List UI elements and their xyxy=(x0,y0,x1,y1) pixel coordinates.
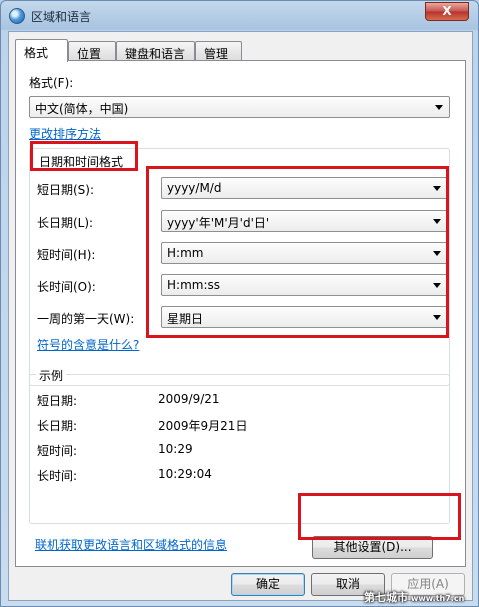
example-long-date-value: 2009年9月21日 xyxy=(158,419,248,433)
short-time-label: 短时间(H): xyxy=(37,248,96,262)
close-button[interactable]: X xyxy=(425,2,469,21)
first-day-label: 一周的第一天(W): xyxy=(37,312,135,326)
example-long-time-label: 长时间: xyxy=(37,469,78,483)
window-title: 区域和语言 xyxy=(31,10,92,24)
title-bar[interactable]: 区域和语言 X xyxy=(1,1,478,31)
format-select-value: 中文(简体，中国) xyxy=(35,102,129,116)
highlight-box-format-selects xyxy=(146,166,449,338)
dialog-window: 区域和语言 X 格式 位置 键盘和语言 管理 格式(F): 中文(简体，中国) … xyxy=(0,0,479,607)
example-short-time-value: 10:29 xyxy=(158,442,193,456)
tab-administrative[interactable]: 管理 xyxy=(195,41,242,61)
highlight-box-datetime-title xyxy=(30,141,138,171)
watermark-text: 第七城市 xyxy=(364,591,408,604)
example-short-time-label: 短时间: xyxy=(37,444,78,458)
highlight-box-additional-settings xyxy=(298,493,461,540)
globe-icon xyxy=(9,8,25,24)
symbols-meaning-link[interactable]: 符号的含意是什么? xyxy=(37,336,139,353)
short-date-label: 短日期(S): xyxy=(37,183,95,197)
example-short-date-value: 2009/9/21 xyxy=(158,392,220,406)
long-date-label: 长日期(L): xyxy=(37,216,94,230)
format-label: 格式(F): xyxy=(29,76,74,90)
example-short-date-label: 短日期: xyxy=(37,394,78,408)
change-sort-link[interactable]: 更改排序方法 xyxy=(29,125,101,142)
tab-keyboards-languages[interactable]: 键盘和语言 xyxy=(116,41,195,61)
example-long-time-value: 10:29:04 xyxy=(158,467,212,481)
tab-location[interactable]: 位置 xyxy=(68,41,116,61)
format-select[interactable]: 中文(简体，中国) xyxy=(29,96,450,118)
chevron-down-icon xyxy=(435,105,443,110)
examples-title: 示例 xyxy=(36,367,67,384)
tab-format[interactable]: 格式 xyxy=(15,39,68,62)
online-info-link[interactable]: 联机获取更改语言和区域格式的信息 xyxy=(35,536,227,553)
watermark: 第七城市 www.th7.cn xyxy=(364,589,476,605)
watermark-url: www.th7.cn xyxy=(411,594,465,603)
long-time-label: 长时间(O): xyxy=(37,280,96,294)
example-long-date-label: 长日期: xyxy=(37,419,78,433)
ok-button[interactable]: 确定 xyxy=(231,573,305,596)
